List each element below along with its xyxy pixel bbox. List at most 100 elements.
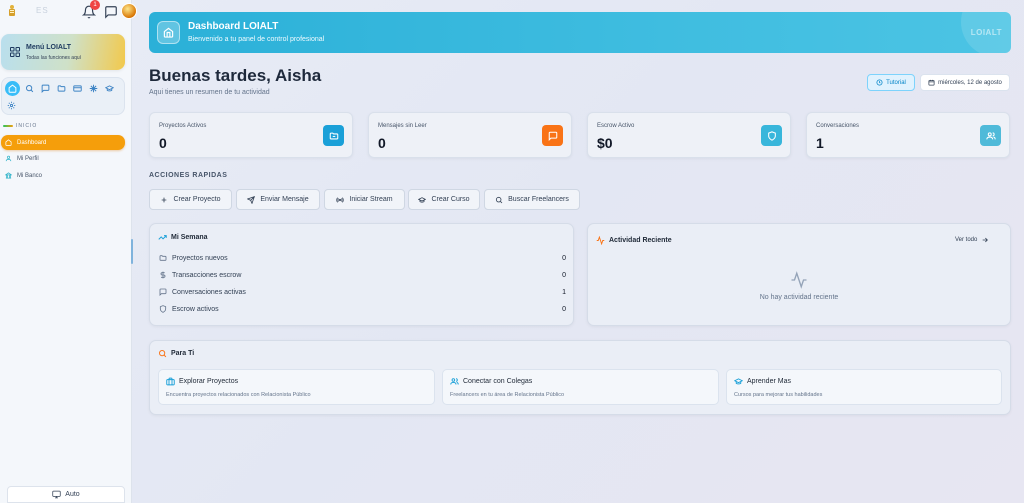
for-you-title-text: Para Ti xyxy=(171,350,195,357)
stat-value: 0 xyxy=(378,135,386,151)
connect-colleagues-card[interactable]: Conectar con Colegas Freelancers en tu á… xyxy=(442,369,719,405)
card-title: Aprender Mas xyxy=(747,378,791,385)
sidebar-item-bank[interactable]: Mi Banco xyxy=(1,168,125,183)
calendar-icon xyxy=(928,79,935,86)
home-icon[interactable] xyxy=(5,81,20,96)
for-you-title: Para Ti xyxy=(158,349,194,358)
section-label-inicio: INICIO xyxy=(3,123,37,129)
broadcast-icon xyxy=(336,196,345,203)
stat-label: Conversaciones xyxy=(816,123,860,129)
logo-icon[interactable] xyxy=(6,4,18,18)
week-row-projects: Proyectos nuevos 0 xyxy=(159,252,566,264)
button-label: Enviar Mensaje xyxy=(260,196,309,203)
search-icon xyxy=(496,196,503,203)
folder-icon[interactable] xyxy=(55,82,68,95)
date-label: miércoles, 12 de agosto xyxy=(938,79,1002,86)
user-icon xyxy=(5,155,12,162)
shield-icon xyxy=(159,305,167,313)
banner-subtitle: Bienvenido a tu panel de control profesi… xyxy=(188,36,325,43)
clock-icon xyxy=(876,79,883,86)
graduation-icon xyxy=(734,378,743,385)
week-row-label: Transacciones escrow xyxy=(172,271,242,279)
week-panel: Mi Semana Proyectos nuevos 0 Transaccion… xyxy=(149,223,574,326)
activity-title: Actividad Reciente xyxy=(596,236,672,245)
stat-value: 1 xyxy=(816,135,824,151)
sidebar-item-label: Dashboard xyxy=(17,139,47,146)
search-icon[interactable] xyxy=(23,82,36,95)
start-stream-button[interactable]: Iniciar Stream xyxy=(324,189,405,210)
search-icon xyxy=(159,350,167,358)
date-indicator: miércoles, 12 de agosto xyxy=(920,74,1010,91)
stat-label: Proyectos Activos xyxy=(159,123,207,129)
chat-icon[interactable] xyxy=(39,82,52,95)
week-row-escrow-transactions: Transacciones escrow 0 xyxy=(159,269,566,281)
activity-icon xyxy=(791,271,807,289)
home-icon xyxy=(5,139,12,146)
send-icon xyxy=(247,195,256,204)
sidebar-topbar: ES 1 xyxy=(0,0,137,24)
language-indicator[interactable]: ES xyxy=(36,6,49,15)
sidebar-resize-handle[interactable] xyxy=(131,239,133,264)
explore-projects-card[interactable]: Explorar Proyectos Encuentra proyectos r… xyxy=(158,369,435,405)
theme-toggle-label: Auto xyxy=(65,491,80,498)
chat-icon[interactable] xyxy=(104,5,118,19)
card-description: Encuentra proyectos relacionados con Rel… xyxy=(166,392,311,398)
grid-icon xyxy=(10,47,20,57)
card-icon[interactable] xyxy=(71,82,84,95)
learn-more-card[interactable]: Aprender Mas Cursos para mejorar tus hab… xyxy=(726,369,1002,405)
sidebar-item-dashboard[interactable]: Dashboard xyxy=(1,135,125,150)
sidebar: ES 1 Menú LOIALT Todas las funciones aqu… xyxy=(0,0,137,503)
stat-value: 0 xyxy=(159,135,167,151)
theme-toggle-button[interactable]: Auto xyxy=(7,486,125,503)
avatar[interactable] xyxy=(121,3,137,19)
button-label: Crear Curso xyxy=(431,196,470,203)
stat-card-escrow[interactable]: Escrow Activo $0 xyxy=(587,112,791,158)
sidebar-item-label: Mi Perfil xyxy=(17,155,39,162)
stat-label: Escrow Activo xyxy=(597,123,635,129)
stat-card-conversations[interactable]: Conversaciones 1 xyxy=(806,112,1010,158)
view-all-link[interactable]: Ver todo xyxy=(955,236,989,244)
week-title: Mi Semana xyxy=(158,233,208,242)
card-header: Aprender Mas xyxy=(734,377,791,386)
folder-icon xyxy=(323,125,344,146)
notification-badge: 1 xyxy=(90,0,100,10)
home-icon xyxy=(157,21,180,44)
sidebar-item-profile[interactable]: Mi Perfil xyxy=(1,151,125,166)
menu-card[interactable]: Menú LOIALT Todas las funciones aquí xyxy=(1,34,125,70)
shield-icon xyxy=(761,125,782,146)
gear-icon[interactable] xyxy=(5,99,18,112)
card-header: Conectar con Colegas xyxy=(450,377,532,386)
search-freelancers-button[interactable]: Buscar Freelancers xyxy=(484,189,580,210)
create-course-button[interactable]: Crear Curso xyxy=(408,189,480,210)
menu-subtitle: Todas las funciones aquí xyxy=(26,55,82,61)
quick-icon-strip xyxy=(1,77,125,115)
briefcase-icon xyxy=(166,377,175,386)
tutorial-button[interactable]: Tutorial xyxy=(867,74,915,91)
folder-icon xyxy=(159,255,167,261)
activity-icon xyxy=(596,236,605,245)
banner-watermark: LOIALT xyxy=(970,28,1002,37)
section-label-text: INICIO xyxy=(16,123,38,129)
button-label: Iniciar Stream xyxy=(349,196,393,203)
section-accent xyxy=(3,125,13,127)
card-title: Conectar con Colegas xyxy=(463,378,533,385)
monitor-icon xyxy=(52,490,61,499)
send-message-button[interactable]: Enviar Mensaje xyxy=(236,189,320,210)
dashboard-banner: Dashboard LOIALT Bienvenido a tu panel d… xyxy=(149,12,1011,53)
tutorial-label: Tutorial xyxy=(886,79,906,86)
graduation-icon[interactable] xyxy=(103,82,116,95)
arrow-right-icon xyxy=(983,237,989,243)
card-header: Explorar Proyectos xyxy=(166,377,238,386)
message-icon xyxy=(542,125,563,146)
stat-card-projects[interactable]: Proyectos Activos 0 xyxy=(149,112,353,158)
users-icon xyxy=(450,378,459,385)
sidebar-item-label: Mi Banco xyxy=(17,172,43,179)
week-row-value: 0 xyxy=(562,254,566,262)
create-project-button[interactable]: Crear Proyecto xyxy=(149,189,232,210)
stat-card-messages[interactable]: Mensajes sin Leer 0 xyxy=(368,112,572,158)
menu-title: Menú LOIALT xyxy=(26,44,71,51)
dollar-icon xyxy=(160,271,166,279)
view-all-label: Ver todo xyxy=(955,237,978,243)
stat-label: Mensajes sin Leer xyxy=(378,123,427,129)
sparkle-icon[interactable] xyxy=(87,82,100,95)
